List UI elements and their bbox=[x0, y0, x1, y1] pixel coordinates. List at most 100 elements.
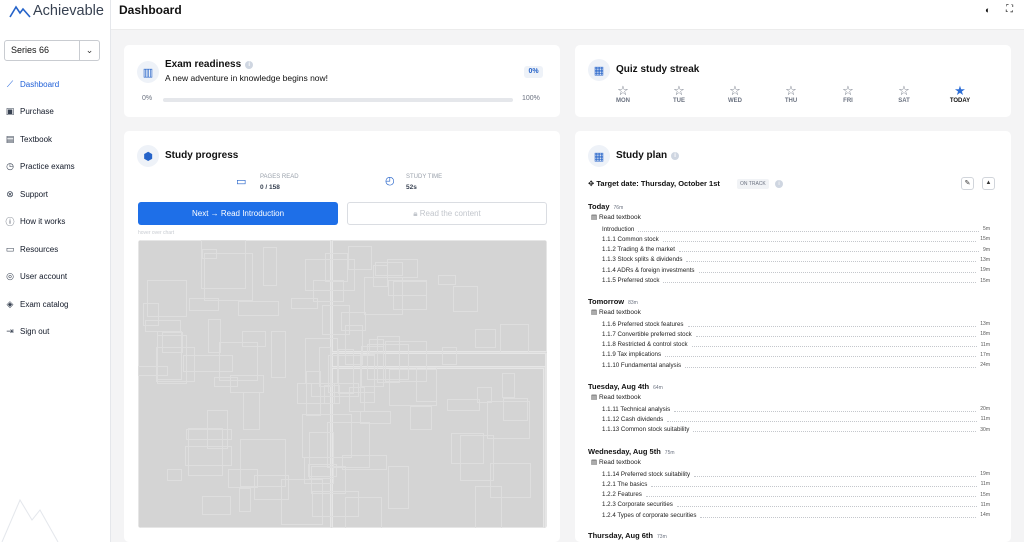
plan-task-label: Introduction bbox=[602, 225, 635, 233]
plan-task-row[interactable]: 1.1.4 ADRs & foreign investments 19m bbox=[602, 265, 990, 275]
collapse-plan-icon[interactable]: ▲ bbox=[982, 177, 995, 190]
hover-hint: hover over chart bbox=[138, 230, 175, 236]
sidebar-item-support[interactable]: ⊗ Support bbox=[5, 187, 48, 201]
dotted-leader bbox=[691, 342, 977, 348]
fullscreen-icon[interactable]: ⛶ bbox=[1006, 4, 1013, 15]
plan-task-row[interactable]: 1.1.12 Cash dividends 11m bbox=[602, 414, 990, 424]
sidebar-item-sign-out[interactable]: ⇥ Sign out bbox=[5, 325, 49, 339]
book-icon: ▤ bbox=[591, 309, 599, 316]
plan-day-heading: Today 76m bbox=[588, 202, 624, 211]
sidebar-item-user-account[interactable]: ◎ User account bbox=[5, 270, 67, 284]
plan-task-time: 13m bbox=[980, 256, 990, 263]
read-textbook-label: ▤ Read textbook bbox=[591, 309, 641, 316]
pages-read-value: 0 / 158 bbox=[260, 184, 280, 191]
exam-select[interactable]: Series 66 ⌄ bbox=[4, 40, 100, 61]
treemap-cell bbox=[345, 497, 382, 528]
next-read-introduction-button[interactable]: Next → Read Introduction bbox=[138, 202, 338, 225]
dotted-leader bbox=[693, 427, 977, 433]
plan-task-row[interactable]: 1.1.11 Technical analysis 20m bbox=[602, 404, 990, 414]
read-content-button[interactable]: 🔒︎ Read the content bbox=[347, 202, 547, 225]
plan-task-label: 1.2.1 The basics bbox=[602, 480, 648, 488]
book-icon: ▤ bbox=[5, 133, 15, 144]
treemap-cell bbox=[302, 414, 352, 458]
sidebar-item-exam-catalog[interactable]: ◈ Exam catalog bbox=[5, 297, 69, 311]
plan-task-row[interactable]: 1.1.13 Common stock suitability 30m bbox=[602, 425, 990, 435]
star-outline-icon: ☆ bbox=[729, 83, 741, 98]
treemap-cell bbox=[500, 324, 529, 353]
target-date: ✥ Target date: Thursday, October 1st bbox=[588, 179, 720, 188]
read-textbook-label: ▤ Read textbook bbox=[591, 214, 641, 221]
plan-task-row[interactable]: 1.1.14 Preferred stock suitability 19m bbox=[602, 469, 990, 479]
logo[interactable]: Achievable bbox=[9, 3, 104, 19]
dotted-leader bbox=[651, 482, 977, 487]
sidebar-item-label: Practice exams bbox=[20, 162, 75, 171]
sidebar-item-label: Support bbox=[20, 189, 49, 199]
dotted-leader bbox=[698, 268, 977, 273]
plan-task-time: 15m bbox=[980, 236, 990, 243]
plan-task-row[interactable]: 1.2.3 Corporate securities 11m bbox=[602, 500, 990, 510]
star-outline-icon: ☆ bbox=[617, 83, 629, 98]
plan-task-row[interactable]: 1.1.9 Tax implications 17m bbox=[602, 350, 990, 360]
plan-task-time: 19m bbox=[980, 267, 990, 274]
plan-task-row[interactable]: 1.2.2 Features 15m bbox=[602, 490, 990, 500]
plan-task-row[interactable]: 1.1.7 Convertible preferred stock 18m bbox=[602, 329, 990, 339]
treemap-cell bbox=[341, 312, 366, 331]
mountain-logo-icon bbox=[9, 5, 31, 18]
exam-readiness-subtitle: A new adventure in knowledge begins now! bbox=[165, 73, 329, 83]
info-icon[interactable]: i bbox=[671, 152, 680, 160]
dotted-leader bbox=[687, 322, 977, 327]
plan-task-row[interactable]: 1.2.1 The basics 11m bbox=[602, 479, 990, 489]
info-icon[interactable]: i bbox=[775, 180, 783, 188]
plan-task-label: 1.1.9 Tax implications bbox=[602, 351, 662, 359]
info-icon[interactable]: i bbox=[245, 61, 254, 69]
sidebar-item-how-it-works[interactable]: ⓘ How it works bbox=[5, 215, 65, 229]
plan-task-label: 1.2.2 Features bbox=[602, 491, 642, 499]
treemap-cell bbox=[349, 387, 365, 412]
treemap-cell bbox=[438, 275, 456, 285]
plan-task-row[interactable]: 1.1.10 Fundamental analysis 24m bbox=[602, 360, 990, 370]
sidebar-item-label: Resources bbox=[20, 244, 59, 254]
treemap-cell bbox=[143, 303, 159, 326]
user-icon: ◎ bbox=[6, 271, 14, 281]
calendar-icon: ▦ bbox=[588, 59, 610, 81]
plan-task-row[interactable]: 1.2.4 Types of corporate securities 14m bbox=[602, 510, 990, 520]
sidebar-item-purchase[interactable]: ▣ Purchase bbox=[5, 105, 54, 119]
dotted-leader bbox=[685, 363, 977, 368]
plan-task-label: 1.1.7 Convertible preferred stock bbox=[602, 330, 692, 338]
plan-task-row[interactable]: 1.1.6 Preferred stock features 13m bbox=[602, 319, 990, 329]
treemap-cell bbox=[410, 406, 432, 430]
treemap-cell bbox=[189, 298, 219, 311]
readiness-progress-bar bbox=[163, 98, 513, 102]
theme-toggle-icon[interactable]: ◐ bbox=[985, 5, 990, 15]
sidebar-item-label: User account bbox=[20, 272, 68, 281]
plan-task-time: 13m bbox=[980, 321, 990, 327]
book-open-icon: ▭ bbox=[236, 176, 247, 188]
plan-task-label: 1.2.3 Corporate securities bbox=[602, 501, 673, 509]
treemap-cell bbox=[243, 392, 260, 430]
dotted-leader bbox=[665, 352, 977, 358]
plan-task-row[interactable]: 1.1.8 Restricted & control stock 11m bbox=[602, 340, 990, 350]
plan-task-row[interactable]: 1.1.5 Preferred stock 15m bbox=[602, 276, 990, 286]
study-time-value: 52s bbox=[406, 184, 417, 191]
book-icon: ▤ bbox=[591, 459, 599, 466]
plan-task-row[interactable]: Introduction 5m bbox=[602, 224, 990, 234]
plan-task-row[interactable]: 1.1.3 Stock splits & dividends 13m bbox=[602, 255, 990, 265]
sidebar-item-dashboard[interactable]: ⟋ Dashboard bbox=[5, 77, 59, 91]
dotted-leader bbox=[700, 513, 977, 518]
streak-day-label: TUE bbox=[673, 98, 685, 104]
treemap-tile[interactable] bbox=[545, 353, 547, 528]
sidebar-item-resources[interactable]: ▭ Resources bbox=[5, 242, 59, 256]
treemap-cell bbox=[475, 329, 496, 348]
plan-task-row[interactable]: 1.1.1 Common stock 15m bbox=[602, 234, 990, 244]
star-outline-icon: ☆ bbox=[673, 83, 685, 98]
sidebar-item-practice-exams[interactable]: ◷ Practice exams bbox=[5, 160, 75, 174]
sidebar-item-textbook[interactable]: ▤ Textbook bbox=[5, 132, 52, 146]
plan-task-row[interactable]: 1.1.2 Trading & the market 9m bbox=[602, 245, 990, 255]
edit-plan-icon[interactable]: ✎ bbox=[961, 177, 974, 190]
study-progress-treemap[interactable] bbox=[138, 240, 547, 528]
treemap-cell bbox=[263, 247, 277, 286]
treemap-cell bbox=[503, 398, 528, 421]
star-outline-icon: ☆ bbox=[785, 83, 797, 98]
cubes-icon: ⬢ bbox=[137, 145, 159, 167]
plan-task-label: 1.1.4 ADRs & foreign investments bbox=[602, 266, 695, 274]
